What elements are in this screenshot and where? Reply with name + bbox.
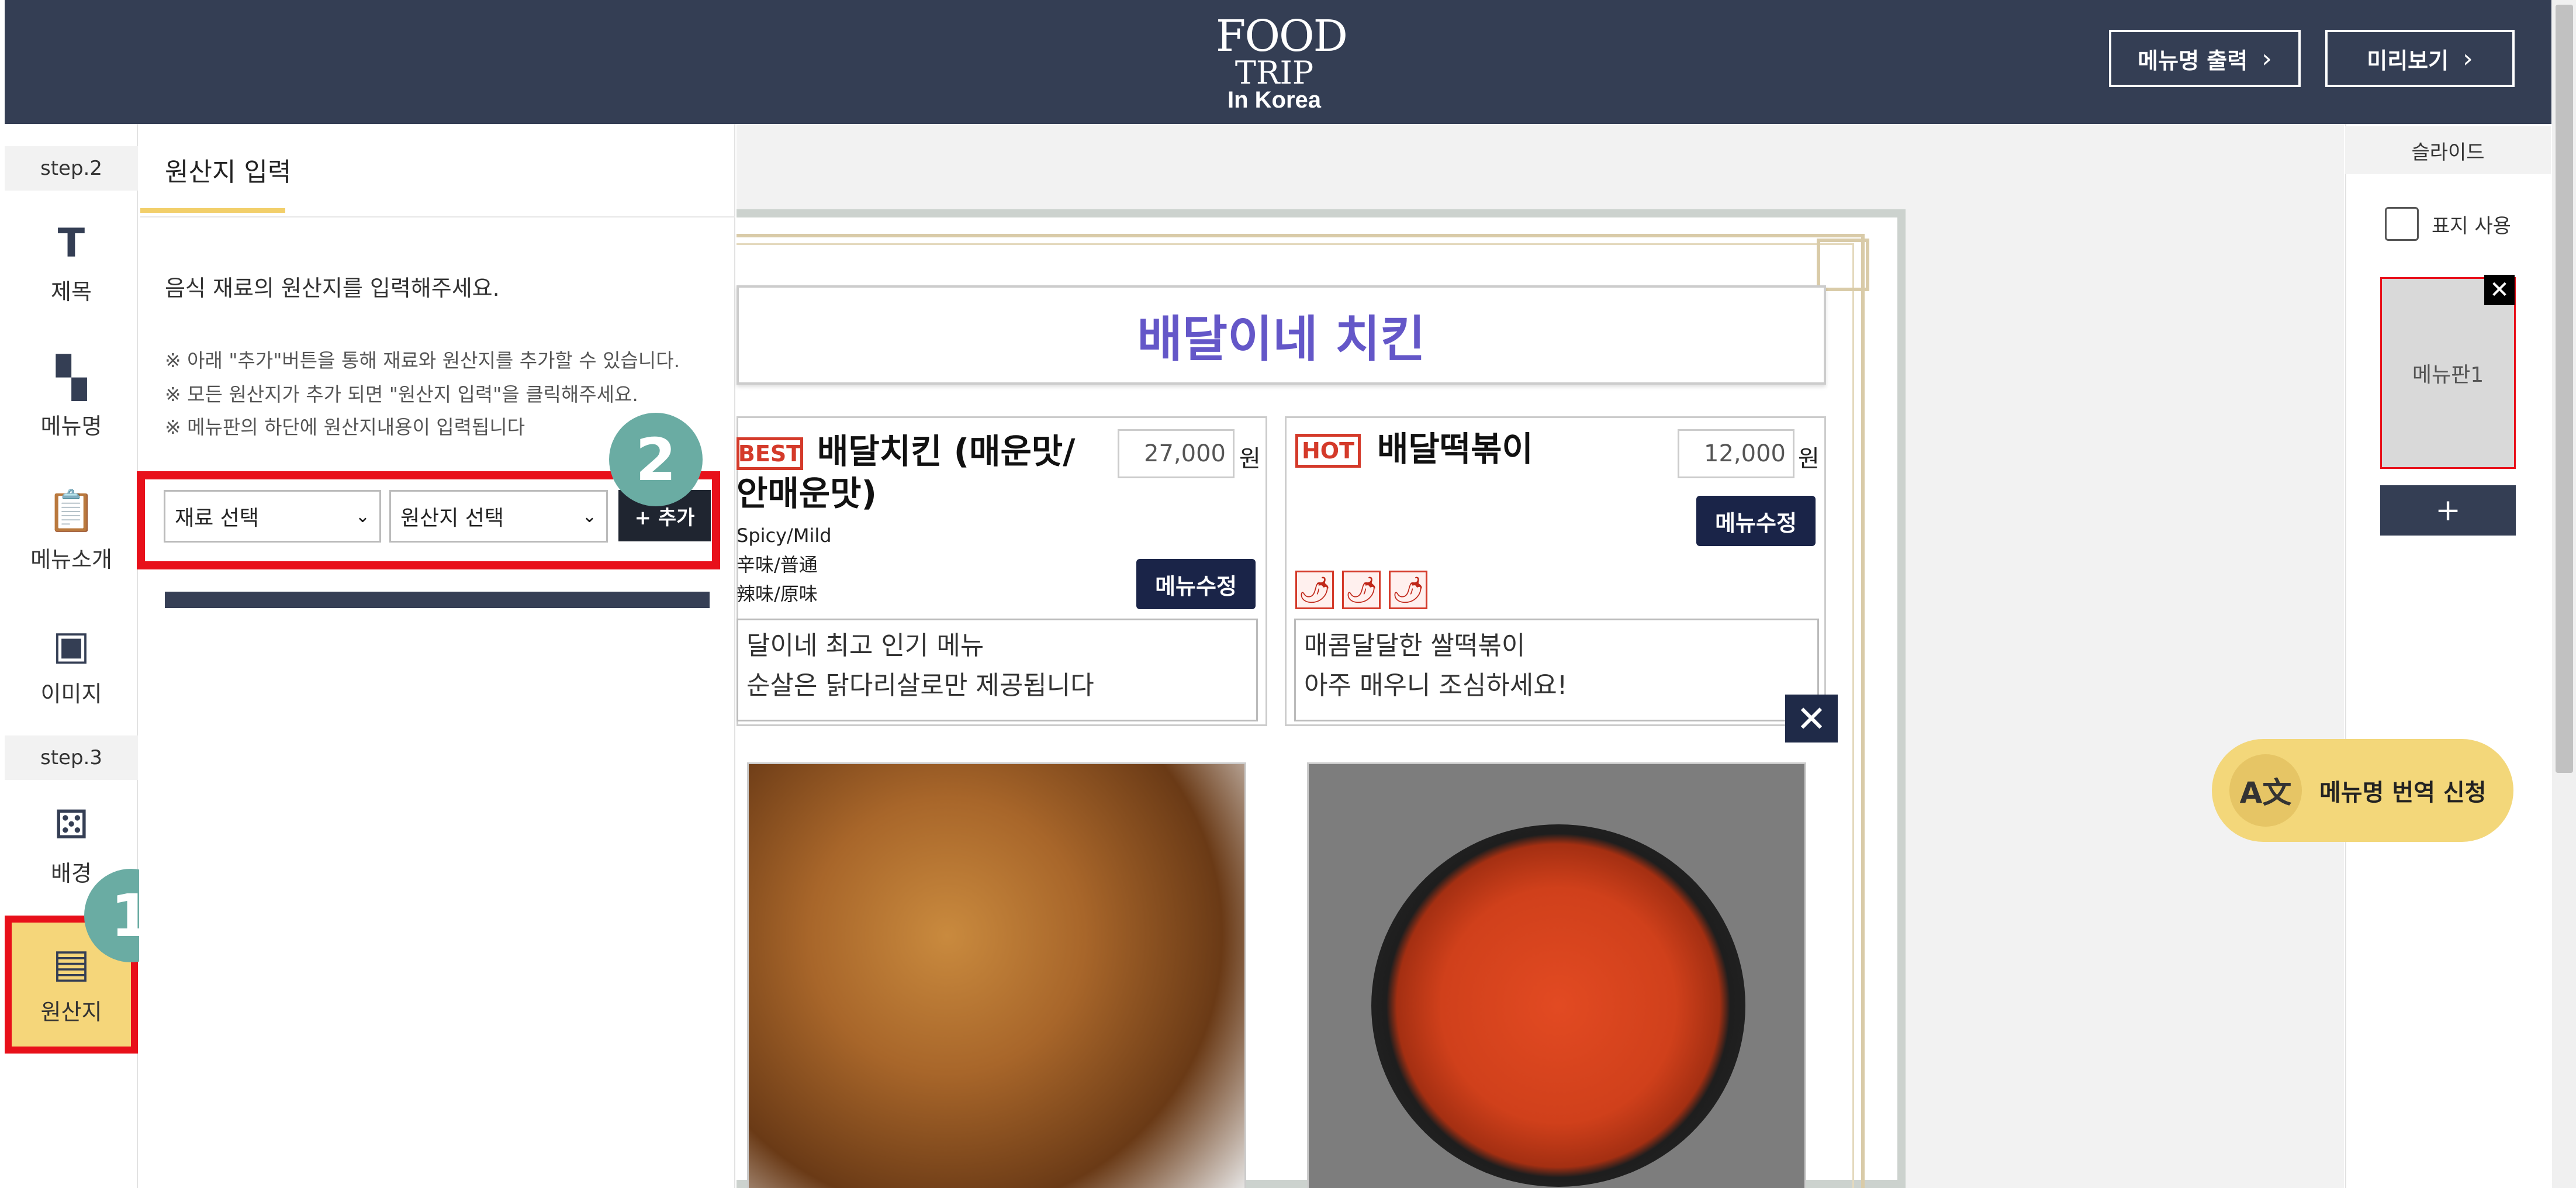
description-line: 달이네 최고 인기 메뉴	[746, 631, 984, 661]
preview-label: 미리보기	[2367, 47, 2449, 74]
panel-note: ※ 메뉴판의 하단에 원산지내용이 입력됩니다	[165, 416, 525, 438]
image-icon: ▣	[52, 622, 91, 669]
preview-button[interactable]: 미리보기 ›	[2325, 30, 2515, 87]
chevron-down-icon: ⌄	[582, 506, 597, 527]
price-input[interactable]: 12,000	[1678, 429, 1794, 478]
ingredient-select[interactable]: 재료 선택 ⌄	[164, 490, 381, 543]
description-line: 순살은 닭다리살로만 제공됩니다	[746, 671, 1094, 700]
chevron-down-icon: ⌄	[355, 506, 370, 527]
price-input[interactable]: 27,000	[1118, 429, 1235, 478]
panel-divider	[140, 216, 735, 217]
menu-title-box[interactable]: 배달이네 치킨	[737, 285, 1826, 385]
nav-item-image[interactable]: ▣ 이미지	[5, 602, 138, 731]
tab-origin-input[interactable]: 원산지 입력	[165, 151, 291, 188]
edit-menu-button[interactable]: 메뉴수정	[1136, 559, 1256, 609]
chevron-right-icon: ›	[2262, 43, 2272, 74]
nav-item-label: 이미지	[40, 681, 102, 707]
menu-description-textarea[interactable]: 매콤달달한 쌀떡볶이 아주 매우니 조심하세요!	[1294, 619, 1819, 721]
origin-select[interactable]: 원산지 선택 ⌄	[389, 490, 608, 543]
menu-item-name: 배달치킨 (매운맛/	[817, 431, 1076, 471]
panel-note: ※ 아래 "추가"버튼을 통해 재료와 원산지를 추가할 수 있습니다.	[165, 349, 680, 372]
scrollbar-thumb[interactable]	[2556, 5, 2573, 773]
menu-item-name: 배달떡볶이	[1377, 429, 1533, 469]
currency-label: 원	[1239, 445, 1261, 472]
description-line: 매콤달달한 쌀떡볶이	[1304, 631, 1526, 661]
currency-label: 원	[1798, 445, 1820, 472]
panel-description: 음식 재료의 원산지를 입력해주세요.	[165, 275, 500, 301]
step2-label: step.2	[5, 146, 138, 191]
chili-pepper-icon: 🌶	[1389, 571, 1427, 609]
food-trip-logo: FOOD TRIP In Korea	[1216, 11, 1348, 113]
best-tag: BEST	[737, 437, 803, 470]
chili-pepper-icon: 🌶	[1295, 571, 1334, 609]
hot-tag: HOT	[1295, 434, 1361, 468]
cover-label: 표지 사용	[2432, 214, 2511, 238]
dice-icon: ⚄	[54, 802, 89, 848]
corner-ornament	[1817, 239, 1869, 291]
close-icon[interactable]: ✕	[1785, 695, 1838, 742]
chili-pepper-icon: 🌶	[1342, 571, 1381, 609]
translation-request-button[interactable]: A文 메뉴명 번역 신청	[2212, 739, 2513, 842]
text-t-icon: T	[57, 220, 85, 267]
nav-item-menu-intro[interactable]: 📋 메뉴소개	[5, 468, 138, 596]
nav-item-label: 메뉴소개	[30, 546, 112, 572]
logo-line-3: In Korea	[1227, 87, 1322, 113]
document-icon: ▤	[52, 940, 91, 987]
fried-chicken-photo[interactable]	[747, 762, 1246, 1188]
nav-item-menu-name[interactable]: ▚ 메뉴명	[5, 334, 138, 463]
menu-item-name: 안매운맛)	[737, 474, 877, 513]
panel-note: ※ 모든 원산지가 추가 되면 "원산지 입력"을 클릭해주세요.	[165, 383, 638, 406]
spice-level-en: Spicy/Mild	[737, 524, 832, 547]
chevron-right-icon: ›	[2463, 43, 2473, 74]
origin-list-bar	[165, 592, 710, 608]
nav-item-label: 메뉴명	[40, 413, 102, 439]
slide-panel-header: 슬라이드	[2345, 126, 2551, 174]
add-slide-button[interactable]: +	[2380, 485, 2516, 536]
translate-icon: A文	[2229, 754, 2302, 827]
step3-label: step.3	[5, 735, 138, 780]
nav-item-label: 원산지	[40, 999, 102, 1025]
spice-level-jp: 辣味/原味	[737, 583, 818, 605]
nav-item-label: 제목	[51, 278, 92, 305]
step-badge-2: 2	[609, 413, 703, 506]
list-icon: ▚	[56, 354, 87, 401]
print-menu-label: 메뉴명 출력	[2138, 47, 2248, 74]
nav-item-title[interactable]: T 제목	[5, 200, 138, 329]
logo-line-2: TRIP	[1235, 54, 1314, 91]
menu-title: 배달이네 치킨	[1137, 310, 1426, 368]
menu-description-textarea[interactable]: 달이네 최고 인기 메뉴 순살은 닭다리살로만 제공됩니다	[737, 619, 1258, 721]
edit-menu-button[interactable]: 메뉴수정	[1696, 496, 1816, 546]
description-line: 아주 매우니 조심하세요!	[1304, 671, 1568, 700]
print-menu-button[interactable]: 메뉴명 출력 ›	[2109, 30, 2301, 87]
tteokbokki-pot-graphic	[1371, 824, 1745, 1187]
logo-line-1: FOOD	[1216, 11, 1348, 61]
close-icon[interactable]: ✕	[2484, 275, 2515, 305]
nav-item-label: 배경	[51, 860, 92, 886]
origin-select-value: 원산지 선택	[400, 506, 504, 530]
clipboard-icon: 📋	[46, 488, 96, 534]
slide-thumbnail[interactable]: 메뉴판1	[2380, 277, 2516, 469]
translation-request-label: 메뉴명 번역 신청	[2319, 779, 2487, 806]
ingredient-select-value: 재료 선택	[175, 506, 259, 530]
active-tab-underline	[140, 208, 285, 213]
cover-toggle-row[interactable]: 표지 사용	[2385, 207, 2511, 241]
spice-level-cn: 辛味/普通	[737, 554, 818, 576]
cover-checkbox[interactable]	[2385, 207, 2419, 241]
